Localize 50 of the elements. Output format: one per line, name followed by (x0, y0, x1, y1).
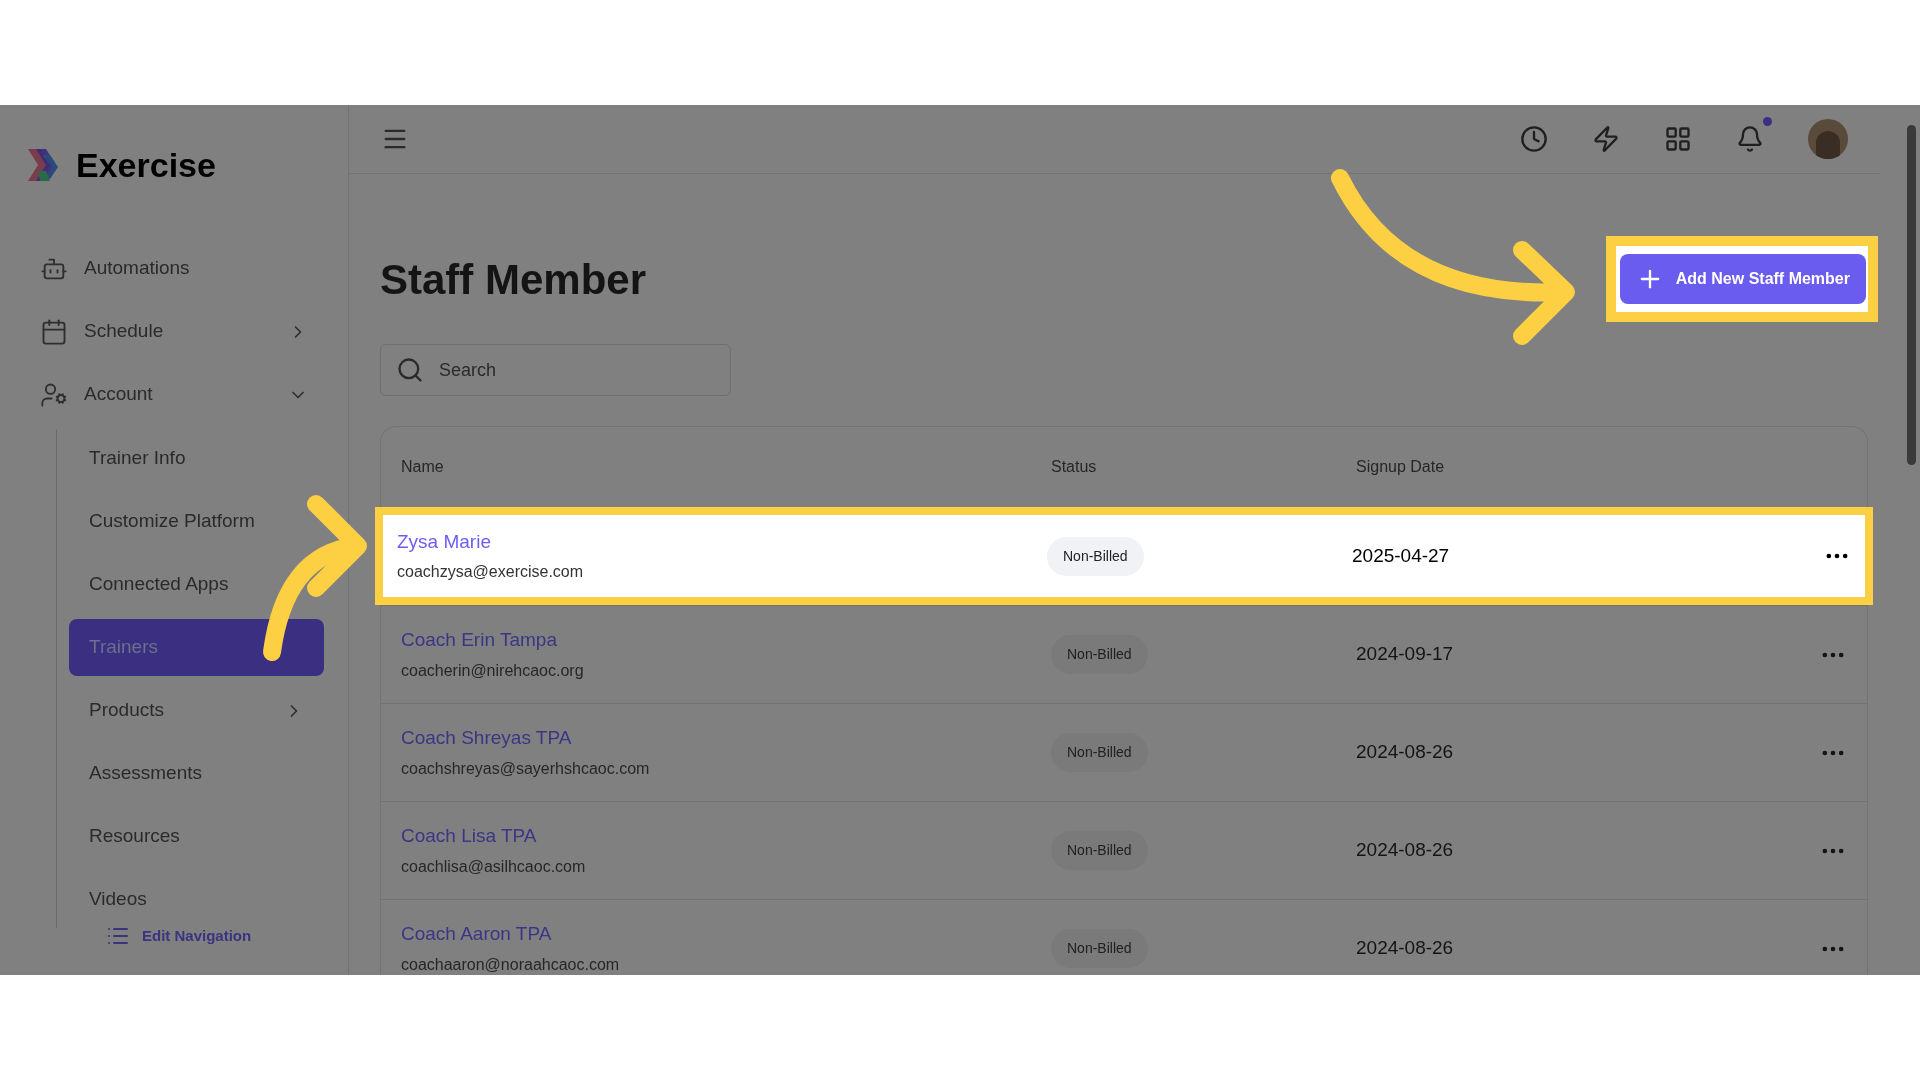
table-row[interactable]: Coach Lisa TPA coachlisa@asilhcaoc.com Non-Billed 2024-08-26 (381, 801, 1867, 899)
scrollbar-thumb[interactable] (1906, 125, 1916, 465)
staff-name-link[interactable]: Coach Aaron TPA (401, 920, 1051, 949)
status-badge: Non-Billed (1051, 831, 1148, 870)
staff-email: coachzysa@exercise.com (397, 562, 585, 583)
column-header: Status (1051, 457, 1098, 477)
column-header: Name (401, 457, 445, 477)
signup-date: 2024-08-26 (1356, 838, 1455, 863)
status-badge: Non-Billed (1051, 733, 1148, 772)
nav-item[interactable]: Resources (69, 808, 324, 865)
signup-date: 2025-04-27 (1352, 543, 1451, 568)
table-row[interactable]: Coach Aaron TPA coachaaron@noraahcaoc.com Non-Billed 2024-08-26 (381, 899, 1867, 975)
lightning-icon[interactable] (1592, 125, 1620, 153)
staff-email: coachlisa@asilhcaoc.com (401, 856, 587, 877)
column-header: Signup Date (1356, 457, 1446, 477)
nav-item[interactable]: Automations (40, 237, 308, 300)
staff-email: coacherin@nirehcaoc.org (401, 660, 585, 681)
staff-name-link[interactable]: Coach Shreyas TPA (401, 724, 1051, 753)
add-staff-button[interactable]: Add New Staff Member (1619, 254, 1866, 304)
page-title: Staff Member (380, 254, 647, 305)
search-icon (396, 356, 424, 384)
calendar-icon (40, 317, 68, 346)
clock-icon[interactable] (1520, 125, 1548, 153)
nav-item[interactable]: Trainer Info (69, 430, 324, 487)
table-row[interactable]: Coach Shreyas TPA coachshreyas@sayerhshcaoc.com Non-Billed 2024-08-26 (381, 703, 1867, 801)
status-badge: Non-Billed (1051, 929, 1148, 968)
staff-name-link[interactable]: Coach Erin Tampa (401, 626, 1051, 655)
status-badge: Non-Billed (1051, 635, 1148, 674)
nav-item[interactable]: Connected Apps (69, 556, 324, 613)
staff-email: coachshreyas@sayerhshcaoc.com (401, 758, 651, 779)
nav-item[interactable]: Account (40, 363, 308, 426)
avatar[interactable] (1808, 119, 1848, 159)
grid-icon[interactable] (1664, 125, 1692, 153)
nav-item[interactable]: Trainers (69, 619, 324, 676)
logo-text: Exercise (76, 144, 216, 186)
signup-date: 2024-08-26 (1356, 936, 1455, 961)
notification-icon[interactable] (1736, 125, 1764, 153)
nav-item[interactable]: Customize Platform (69, 493, 324, 550)
table-row[interactable]: Zysa Marie coachzysa@exercise.com Non-Billed 2025-04-27 (375, 507, 1873, 605)
nav-item[interactable]: Assessments (69, 745, 324, 802)
staff-name-link[interactable]: Zysa Marie (397, 527, 1047, 557)
status-badge: Non-Billed (1047, 536, 1144, 576)
staff-name-link[interactable]: Coach Lisa TPA (401, 822, 1051, 851)
nav-item[interactable]: Products (69, 682, 324, 739)
staff-email: coachaaron@noraahcaoc.com (401, 954, 621, 975)
search-field[interactable]: Search (380, 344, 731, 396)
signup-date: 2024-08-26 (1356, 740, 1455, 765)
signup-date: 2024-09-17 (1356, 642, 1455, 667)
table-row[interactable]: Coach Erin Tampa coacherin@nirehcaoc.org Non-Billed 2024-09-17 (381, 605, 1867, 703)
nav-item[interactable]: Schedule (40, 300, 308, 363)
